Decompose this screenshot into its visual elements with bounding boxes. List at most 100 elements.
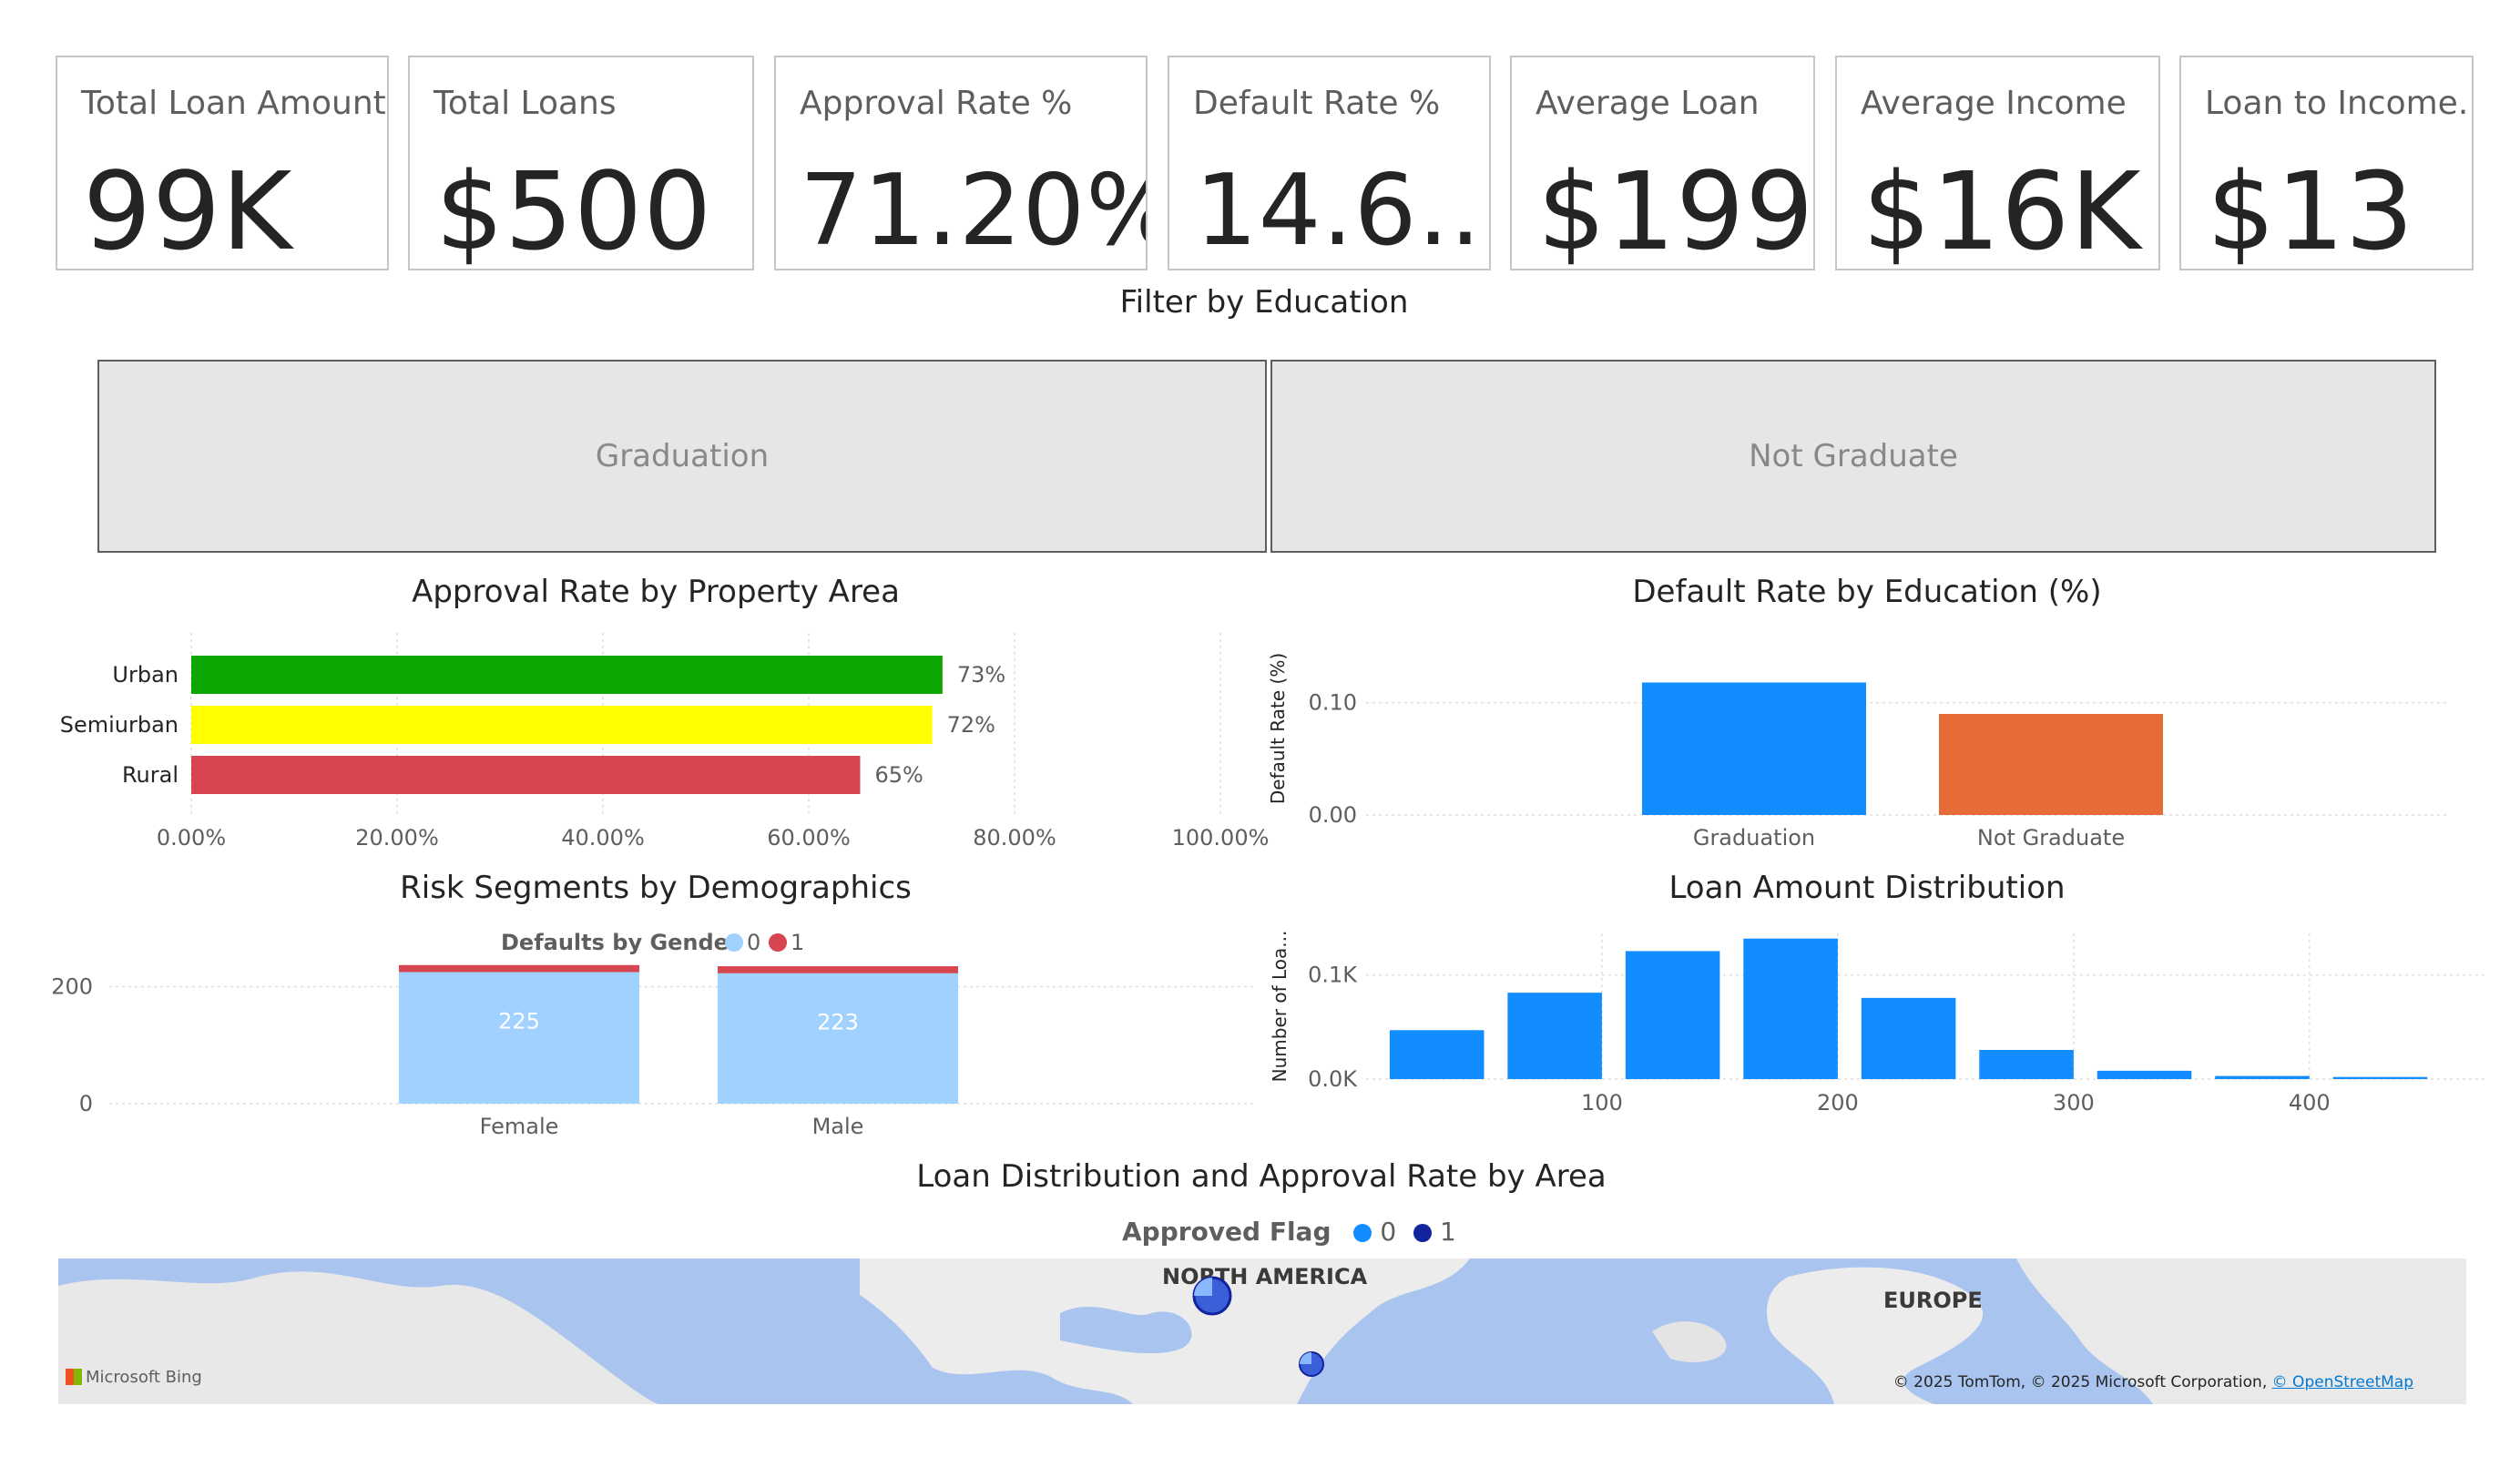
chart-title-loan-distribution: Loan Amount Distribution xyxy=(1668,870,2066,906)
x-tick-label: 0.00% xyxy=(157,825,226,851)
category-label: Urban xyxy=(112,662,179,688)
y-tick-label: 0.1K xyxy=(1308,963,1358,988)
approval-rate-chart: 0.00% 20.00% 40.00% 60.00% 80.00% 100.00% Urba… xyxy=(60,633,1270,851)
bar-segment-male-1 xyxy=(718,966,958,973)
bar-semiurban xyxy=(191,706,933,744)
histogram-bar xyxy=(1389,1030,1484,1079)
x-tick-label: Male xyxy=(812,1114,864,1139)
map-copyright: © 2025 TomTom, © 2025 Microsoft Corporat… xyxy=(1893,1373,2413,1391)
data-label: 223 xyxy=(817,1009,859,1034)
bing-logo: Microsoft Bing xyxy=(66,1368,202,1387)
x-tick-label: 100.00% xyxy=(1172,825,1270,851)
y-tick-label: 0.0K xyxy=(1308,1066,1358,1092)
category-label: Rural xyxy=(122,762,179,788)
bing-logo-text: Microsoft Bing xyxy=(86,1368,202,1387)
x-tick-label: 300 xyxy=(2053,1090,2095,1116)
loan-distribution-chart: 0.0K 0.1K 100 200 300 400 Number of Loa... xyxy=(1269,931,2486,1116)
legend-dot-icon xyxy=(769,933,787,952)
kpi-card-average-loan: Average Loan $199 xyxy=(1510,56,1815,270)
chart-title-approval-rate: Approval Rate by Property Area xyxy=(412,574,900,610)
y-axis-title: Number of Loa... xyxy=(1269,931,1291,1083)
bar-segment-male-0 xyxy=(718,973,958,1104)
histogram-bar xyxy=(2215,1075,2310,1079)
y-axis-title: Default Rate (%) xyxy=(1267,653,1289,804)
kpi-label: Approval Rate % xyxy=(800,85,1073,122)
map-legend-item: 0 xyxy=(1380,1217,1397,1247)
category-label: Semiurban xyxy=(60,712,179,738)
histogram-bar xyxy=(1861,997,1956,1079)
windows-logo-icon xyxy=(66,1369,82,1385)
kpi-label: Total Loan Amount xyxy=(81,85,386,122)
map-copyright-text: © 2025 TomTom, © 2025 Microsoft Corporat… xyxy=(1893,1373,2272,1391)
legend-label: 0 xyxy=(747,930,760,955)
kpi-label: Default Rate % xyxy=(1193,85,1441,122)
x-tick-label: 80.00% xyxy=(973,825,1056,851)
kpi-label: Loan to Income... xyxy=(2205,85,2474,122)
y-tick-label: 0.10 xyxy=(1309,690,1357,716)
kpi-value: 71.20% xyxy=(800,154,1148,268)
kpi-value: $199 xyxy=(1537,148,1815,270)
x-tick-label: Female xyxy=(480,1114,559,1139)
default-rate-chart: 0.00 0.10 Default Rate (%) Graduation Not Gr… xyxy=(1267,653,2450,851)
legend-dot-icon xyxy=(1413,1224,1433,1242)
histogram-bar xyxy=(1979,1050,2074,1079)
x-tick-label: 200 xyxy=(1817,1090,1859,1116)
filter-title: Filter by Education xyxy=(1119,284,1409,321)
map-title: Loan Distribution and Approval Rate by A… xyxy=(916,1158,1607,1195)
histogram-bar xyxy=(1507,993,1602,1079)
histogram-bar xyxy=(1743,938,1838,1079)
x-tick-label: 100 xyxy=(1581,1090,1623,1116)
data-label: 72% xyxy=(947,712,995,738)
chart-title-default-rate: Default Rate by Education (%) xyxy=(1632,574,2102,610)
openstreetmap-link[interactable]: © OpenStreetMap xyxy=(2272,1373,2413,1391)
kpi-value: $500 xyxy=(435,148,713,270)
data-label: 65% xyxy=(875,762,923,788)
legend-title: Defaults by Gender xyxy=(501,930,740,955)
bar-graduation xyxy=(1642,682,1866,815)
y-tick-label: 0.00 xyxy=(1309,802,1357,828)
y-tick-label: 0 xyxy=(79,1091,93,1116)
kpi-label: Total Loans xyxy=(434,85,617,122)
histogram-bar xyxy=(2332,1076,2428,1079)
bar-urban xyxy=(191,656,943,694)
map-pie-marker[interactable] xyxy=(1191,1275,1233,1317)
risk-segments-chart: Defaults by Gender 0 1 0 200 225 Female 223 Male xyxy=(51,930,1257,1139)
kpi-card-approval-rate: Approval Rate % 71.20% xyxy=(774,56,1148,270)
map-legend-title: Approved Flag xyxy=(1122,1217,1331,1247)
chart-title-risk-segments: Risk Segments by Demographics xyxy=(400,870,912,906)
histogram-bar xyxy=(2097,1070,2192,1079)
x-tick-label: 60.00% xyxy=(767,825,851,851)
slicer-option-graduation[interactable]: Graduation xyxy=(97,360,1267,553)
kpi-card-default-rate: Default Rate % 14.6... xyxy=(1168,56,1491,270)
bar-rural xyxy=(191,756,861,794)
histogram-bar xyxy=(1625,951,1720,1079)
kpi-card-average-income: Average Income $16K xyxy=(1835,56,2160,270)
map-legend-item: 1 xyxy=(1439,1217,1456,1247)
bar-not-graduate xyxy=(1939,714,2163,815)
data-label: 73% xyxy=(957,662,1005,688)
map-pie-marker[interactable] xyxy=(1297,1350,1326,1379)
kpi-card-total-loans: Total Loans $500 xyxy=(408,56,754,270)
kpi-value: 14.6... xyxy=(1195,154,1491,268)
kpi-card-loan-to-income: Loan to Income... $13 xyxy=(2179,56,2474,270)
map-region-label: EUROPE xyxy=(1883,1288,1983,1313)
map-visual[interactable]: NORTH AMERICA EUROPE Microsoft Bing © 20… xyxy=(58,1258,2466,1404)
kpi-value: $16K xyxy=(1862,148,2142,270)
kpi-value: 99K xyxy=(83,148,293,270)
slicer-option-not-graduate[interactable]: Not Graduate xyxy=(1270,360,2436,553)
y-tick-label: 200 xyxy=(51,974,93,1000)
kpi-value: $13 xyxy=(2207,148,2415,270)
x-tick-label: Graduation xyxy=(1693,825,1815,851)
kpi-label: Average Loan xyxy=(1535,85,1760,122)
x-tick-label: Not Graduate xyxy=(1977,825,2125,851)
legend-label: 1 xyxy=(791,930,804,955)
legend-dot-icon xyxy=(725,933,743,952)
bar-segment-female-1 xyxy=(399,964,639,973)
data-label: 225 xyxy=(498,1009,540,1034)
x-tick-label: 400 xyxy=(2289,1090,2331,1116)
bar-segment-female-0 xyxy=(399,972,639,1104)
kpi-label: Average Income xyxy=(1861,85,2127,122)
map-legend: Approved Flag 0 1 xyxy=(1122,1217,1456,1247)
x-tick-label: 20.00% xyxy=(355,825,439,851)
kpi-card-total-loan-amount: Total Loan Amount 99K xyxy=(56,56,389,270)
